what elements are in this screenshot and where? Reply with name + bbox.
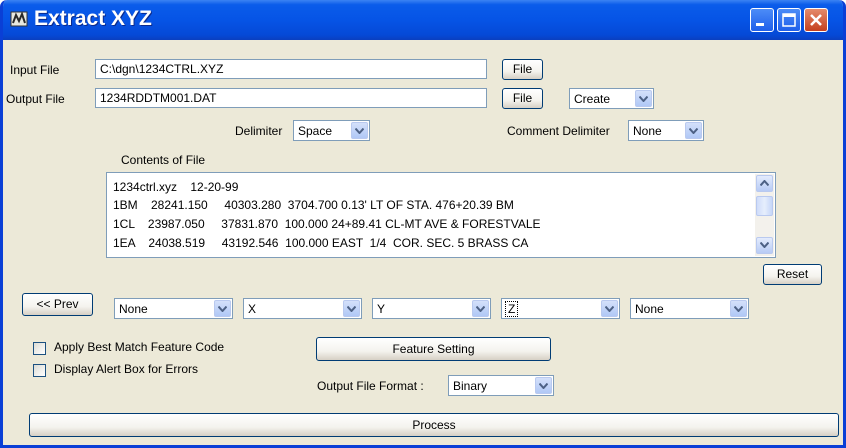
- title-bar[interactable]: Extract XYZ: [3, 0, 843, 40]
- chevron-down-icon: [730, 300, 747, 317]
- column-2-value: X: [248, 302, 257, 316]
- output-format-label: Output File Format :: [317, 379, 424, 393]
- delimiter-select[interactable]: Space: [293, 120, 370, 141]
- column-4-select[interactable]: Z: [501, 298, 620, 319]
- output-file-button[interactable]: File: [502, 88, 543, 109]
- close-icon: [810, 14, 822, 26]
- contents-line: 1BM 28241.150 40303.280 3704.700 0.13' L…: [113, 198, 514, 212]
- chevron-down-icon: [635, 90, 652, 107]
- best-match-checkbox[interactable]: [33, 342, 46, 355]
- chevron-down-icon: [760, 242, 769, 248]
- feature-setting-button[interactable]: Feature Setting: [316, 337, 551, 361]
- chevron-down-icon: [535, 377, 552, 394]
- output-mode-select[interactable]: Create: [569, 88, 654, 109]
- delimiter-label: Delimiter: [235, 124, 283, 138]
- contents-line: 1CL 23987.050 37831.870 100.000 24+89.41…: [113, 217, 541, 231]
- output-mode-value: Create: [574, 92, 611, 106]
- minimize-icon: [756, 23, 764, 26]
- chevron-down-icon: [472, 300, 489, 317]
- alert-box-checkbox[interactable]: [33, 364, 46, 377]
- scroll-thumb[interactable]: [756, 196, 773, 216]
- reset-button[interactable]: Reset: [763, 264, 822, 285]
- column-1-value: None: [119, 302, 148, 316]
- prev-button[interactable]: << Prev: [22, 293, 93, 316]
- comment-delimiter-select[interactable]: None: [628, 120, 704, 141]
- comment-delimiter-value: None: [633, 124, 662, 138]
- best-match-label: Apply Best Match Feature Code: [54, 340, 225, 354]
- maximize-icon: [782, 13, 796, 27]
- contents-textbox[interactable]: 1234ctrl.xyz 12-20-99 1BM 28241.150 4030…: [106, 172, 776, 258]
- output-format-select[interactable]: Binary: [448, 375, 554, 396]
- output-file-label: Output File: [6, 92, 65, 106]
- column-5-value: None: [635, 302, 664, 316]
- comment-delimiter-label: Comment Delimiter: [507, 124, 610, 138]
- window-title: Extract XYZ: [34, 7, 152, 30]
- chevron-up-icon: [760, 180, 769, 186]
- column-2-select[interactable]: X: [243, 298, 362, 319]
- input-file-field[interactable]: C:\dgn\1234CTRL.XYZ: [95, 59, 487, 79]
- delimiter-value: Space: [298, 124, 333, 138]
- scroll-up-button[interactable]: [756, 175, 773, 192]
- maximize-button[interactable]: [777, 8, 801, 32]
- app-icon: [10, 11, 28, 27]
- contents-label: Contents of File: [121, 153, 206, 167]
- column-3-select[interactable]: Y: [372, 298, 491, 319]
- column-1-select[interactable]: None: [114, 298, 233, 319]
- alert-box-label: Display Alert Box for Errors: [54, 362, 199, 376]
- chevron-down-icon: [214, 300, 231, 317]
- minimize-button[interactable]: [750, 8, 774, 32]
- close-button[interactable]: [804, 8, 828, 32]
- contents-line: 1EA 24038.519 43192.546 100.000 EAST 1/4…: [113, 236, 529, 250]
- output-format-value: Binary: [453, 379, 488, 393]
- chevron-down-icon: [601, 300, 618, 317]
- chevron-down-icon: [685, 122, 702, 139]
- extract-xyz-window: Extract XYZ Input File C:\dgn\1234CTRL.X…: [0, 0, 846, 448]
- chevron-down-icon: [343, 300, 360, 317]
- contents-line: 1234ctrl.xyz 12-20-99: [113, 180, 239, 194]
- process-button[interactable]: Process: [29, 413, 839, 437]
- column-3-value: Y: [377, 302, 386, 316]
- chevron-down-icon: [351, 122, 368, 139]
- output-file-field[interactable]: 1234RDDTM001.DAT: [95, 88, 487, 108]
- input-file-button[interactable]: File: [502, 59, 543, 80]
- contents-scrollbar[interactable]: [755, 174, 774, 256]
- column-5-select[interactable]: None: [630, 298, 749, 319]
- column-4-value: Z: [504, 301, 519, 317]
- input-file-label: Input File: [10, 63, 60, 77]
- scroll-down-button[interactable]: [756, 237, 773, 254]
